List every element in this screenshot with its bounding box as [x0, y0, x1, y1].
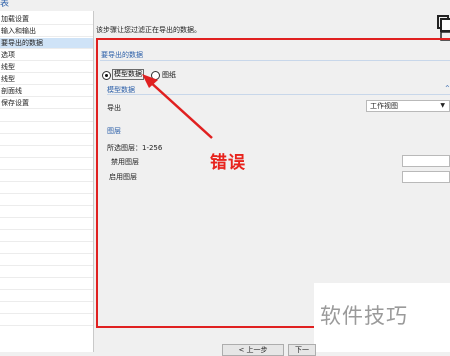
sidebar-item-input-output[interactable]: 输入和输出 [0, 26, 93, 37]
annotation-arrow [142, 74, 213, 139]
sidebar-item-hatch[interactable]: 剖面线 [0, 86, 93, 97]
sidebar-item-linetype-2[interactable]: 线型 [0, 74, 93, 85]
sidebar-item-data-to-export[interactable]: 要导出的数据 [0, 38, 93, 49]
window-title: 表 [0, 0, 10, 9]
sidebar-empty-row [0, 146, 93, 158]
sidebar-item-linetype-1[interactable]: 线型 [0, 62, 93, 73]
sidebar-item-save-settings[interactable]: 保存设置 [0, 98, 93, 109]
sidebar-empty-row [0, 134, 93, 146]
sidebar-empty-row [0, 182, 93, 194]
sidebar-empty-row [0, 206, 93, 218]
sidebar-empty-row [0, 314, 93, 326]
sidebar-empty-row [0, 278, 93, 290]
sidebar-empty-row [0, 218, 93, 230]
sidebar-empty-row [0, 302, 93, 314]
sidebar-empty-row [0, 110, 93, 122]
next-button[interactable]: 下一 [288, 344, 316, 356]
annotation-error-text: 错误 [210, 153, 246, 173]
sidebar-empty-row [0, 158, 93, 170]
sidebar-empty-row [0, 170, 93, 182]
sidebar-empty-row [0, 194, 93, 206]
sidebar-item-load-settings[interactable]: 加载设置 [0, 14, 93, 25]
sidebar-item-options[interactable]: 选项 [0, 50, 93, 61]
watermark-text: 软件技巧 [320, 304, 408, 328]
sidebar-empty-row [0, 290, 93, 302]
sidebar-empty-row [0, 122, 93, 134]
sidebar-empty-row [0, 266, 93, 278]
sidebar-empty-row [0, 230, 93, 242]
sidebar-empty-row [0, 242, 93, 254]
back-button[interactable]: < 上一步 [222, 344, 284, 356]
instruction-text: 该步骤让您过滤正在导出的数据。 [96, 26, 201, 34]
sidebar-empty-row [0, 254, 93, 266]
